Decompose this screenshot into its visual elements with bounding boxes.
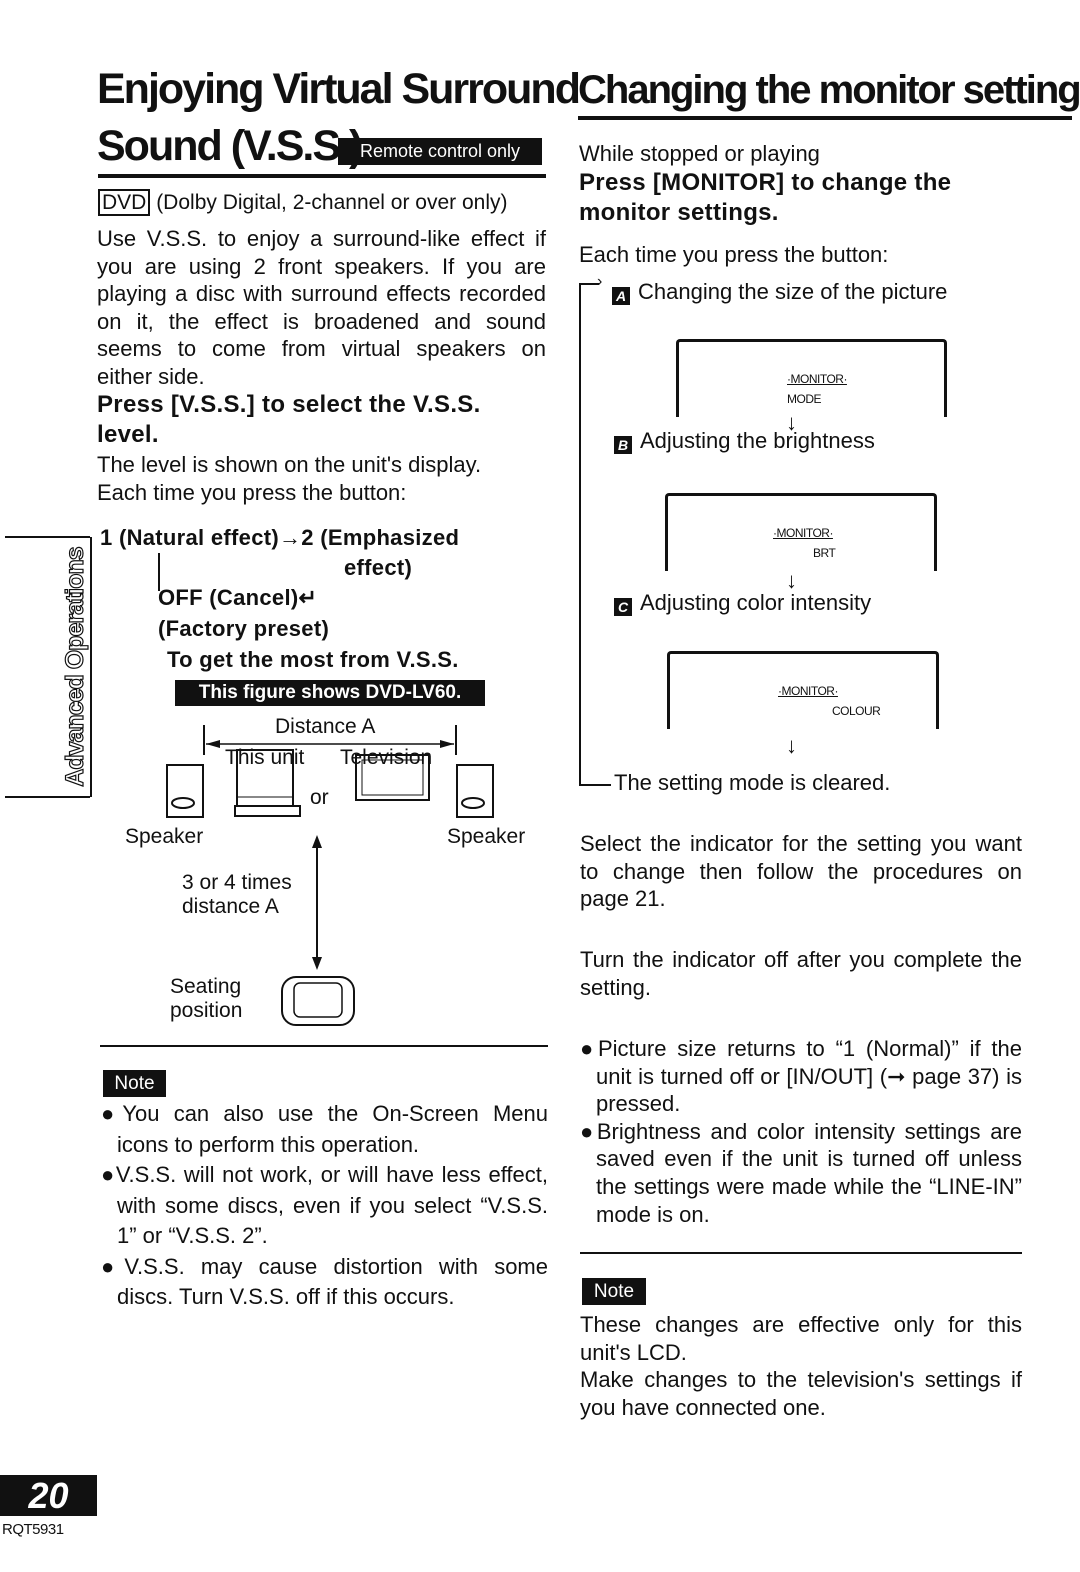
screen-sub: BRT bbox=[813, 546, 836, 560]
right-step-heading: Press [MONITOR] to change the monitor se… bbox=[579, 169, 952, 226]
condition-text: While stopped or playing bbox=[579, 141, 820, 166]
speaker-right-label: Speaker bbox=[447, 825, 526, 848]
note-item: ●V.S.S. will not work, or will have less… bbox=[101, 1162, 548, 1248]
screen-sub: COLOUR bbox=[832, 704, 881, 718]
note-list: ●You can also use the On-Screen Menu ico… bbox=[101, 1099, 548, 1313]
flow-step-label: Changing the size of the picture bbox=[638, 279, 948, 304]
or-label: or bbox=[310, 786, 329, 809]
flow-step-a: A Changing the size of the picture bbox=[612, 278, 947, 306]
cleared-text: The setting mode is cleared. bbox=[614, 770, 891, 795]
dvd-note: (Dolby Digital, 2-channel or over only) bbox=[156, 191, 508, 214]
intro-text: Use V.S.S. to enjoy a surround-like effe… bbox=[97, 226, 546, 389]
note-text-1: These changes are effective only for thi… bbox=[580, 1312, 1022, 1365]
flow-step-c: C Adjusting color intensity bbox=[614, 589, 871, 617]
times-label: 3 or 4 times distance A bbox=[182, 871, 292, 919]
seating-line1: Seating bbox=[170, 975, 242, 998]
monitor-screen-colour: ·MONITOR· COLOUR bbox=[667, 651, 939, 729]
step-text-2: Each time you press the button: bbox=[97, 480, 407, 505]
sequence-off: OFF (Cancel)↵ bbox=[158, 585, 318, 610]
dvd-tag: DVD bbox=[98, 189, 151, 216]
this-unit-label: This unit bbox=[225, 746, 305, 769]
arrow-down-icon: ↓ bbox=[786, 733, 797, 758]
divider bbox=[580, 1252, 1022, 1254]
sequence-preset: (Factory preset) bbox=[158, 616, 330, 641]
divider bbox=[578, 116, 1072, 120]
page-number: 20 bbox=[0, 1475, 97, 1516]
divider bbox=[98, 174, 546, 178]
note-item: ●V.S.S. may cause distortion with some d… bbox=[101, 1253, 548, 1310]
step-heading: Press [V.S.S.] to select the V.S.S. leve… bbox=[97, 391, 481, 448]
screen-title: ·MONITOR· bbox=[787, 372, 847, 386]
side-tab-label: Advanced Operations bbox=[60, 547, 89, 788]
note-text-2: Make changes to the television's setting… bbox=[580, 1367, 1022, 1420]
speaker-left-label: Speaker bbox=[125, 825, 204, 848]
flow-step-label: Adjusting color intensity bbox=[640, 590, 872, 615]
right-title: Changing the monitor settings bbox=[578, 68, 1080, 112]
manual-page: Enjoying Virtual Surround Sound (V.S.S.)… bbox=[0, 0, 1080, 1572]
bullet-item: ●Picture size returns to “1 (Normal)” if… bbox=[580, 1036, 1022, 1117]
document-code: RQT5931 bbox=[2, 1521, 64, 1538]
flow-step-label: Adjusting the brightness bbox=[640, 428, 875, 453]
divider bbox=[100, 1045, 548, 1047]
sequence-item1: 1 (Natural effect)→2 (Emphasized bbox=[100, 525, 460, 550]
section-title-line1: Enjoying Virtual Surround bbox=[97, 65, 581, 113]
screen-title: ·MONITOR· bbox=[773, 526, 833, 540]
letter-b-icon: B bbox=[614, 436, 632, 454]
each-time-text: Each time you press the button: bbox=[579, 242, 889, 267]
tip-heading: To get the most from V.S.S. bbox=[167, 647, 459, 672]
letter-c-icon: C bbox=[614, 598, 632, 616]
note-badge: Note bbox=[103, 1070, 166, 1097]
times-line2: distance A bbox=[182, 895, 279, 918]
screen-sub: MODE bbox=[787, 392, 822, 406]
distance-label: Distance A bbox=[275, 715, 376, 738]
bullet-item: ●Brightness and color intensity settings… bbox=[580, 1118, 1022, 1227]
seating-line2: position bbox=[170, 999, 243, 1022]
flow-step-b: B Adjusting the brightness bbox=[614, 427, 875, 455]
sequence-item1b: effect) bbox=[344, 555, 413, 580]
note-item: ●You can also use the On-Screen Menu ico… bbox=[101, 1101, 548, 1157]
monitor-screen-brt: ·MONITOR· BRT bbox=[665, 493, 937, 571]
side-tab: Advanced Operations bbox=[60, 537, 92, 797]
monitor-screen-mode: ·MONITOR· MODE bbox=[676, 339, 947, 417]
speaker-placement-diagram: Distance A This unit Television or Speak… bbox=[100, 715, 550, 1040]
figure-badge: This figure shows DVD-LV60. bbox=[175, 680, 485, 706]
screen-title: ·MONITOR· bbox=[778, 684, 838, 698]
times-line1: 3 or 4 times bbox=[182, 871, 292, 894]
dvd-line: DVD (Dolby Digital, 2-channel or over on… bbox=[98, 189, 508, 216]
flow-line-bottom bbox=[579, 784, 611, 786]
right-bullets: ●Picture size returns to “1 (Normal)” if… bbox=[580, 1035, 1022, 1228]
select-text: Select the indicator for the setting you… bbox=[580, 831, 1022, 912]
arrow-right-icon: › bbox=[597, 273, 603, 290]
turn-off-text: Turn the indicator off after you complet… bbox=[580, 947, 1022, 1000]
television-label: Television bbox=[340, 746, 433, 769]
seating-label: Seating position bbox=[170, 975, 242, 1023]
letter-a-icon: A bbox=[612, 287, 630, 305]
section-title-line2: Sound (V.S.S.) bbox=[97, 122, 363, 170]
step-text-1: The level is shown on the unit's display… bbox=[97, 452, 482, 477]
flow-loop-line bbox=[579, 283, 581, 785]
note-badge: Note bbox=[582, 1278, 646, 1305]
flow-arrow-top bbox=[579, 283, 599, 285]
remote-only-badge: Remote control only bbox=[338, 138, 542, 165]
diagram-graphics bbox=[166, 725, 494, 1026]
